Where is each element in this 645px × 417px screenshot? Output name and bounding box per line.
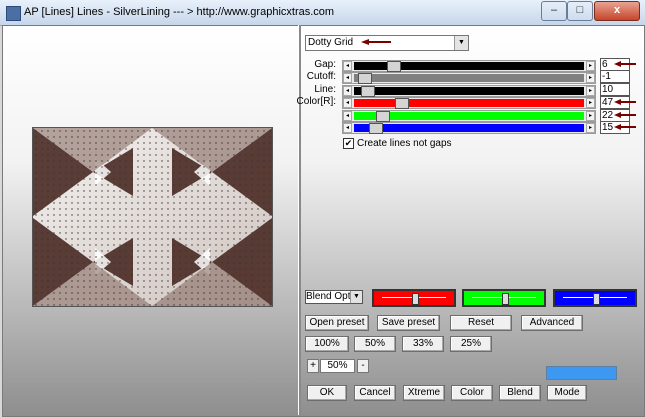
red-channel-slider[interactable] [372, 289, 456, 307]
slider-thumb[interactable] [369, 123, 384, 134]
color-g-slider[interactable]: ◂ ▸ [342, 110, 596, 122]
zoom-100-button[interactable]: 100% [305, 336, 349, 352]
color-r-label: Color[R]: [296, 96, 336, 107]
slider-track[interactable] [354, 86, 584, 97]
zoom-33-button[interactable]: 33% [402, 336, 444, 352]
chevron-right-icon[interactable]: ▸ [586, 61, 595, 71]
slider-thumb[interactable] [593, 293, 600, 305]
chevron-down-icon[interactable]: ▼ [454, 36, 468, 50]
slider-track[interactable] [354, 123, 584, 134]
slider-thumb[interactable] [412, 293, 419, 305]
reset-button[interactable]: Reset [450, 315, 512, 331]
blend-options-select[interactable]: Blend Opti ▼ [305, 290, 363, 304]
cutoff-slider[interactable]: ◂ ▸ [342, 72, 596, 84]
zoom-out-button[interactable]: - [357, 359, 369, 373]
chevron-right-icon[interactable]: ▸ [586, 73, 595, 83]
chevron-left-icon[interactable]: ◂ [343, 86, 352, 96]
chevron-left-icon[interactable]: ◂ [343, 61, 352, 71]
annotation-arrow-icon [614, 112, 636, 118]
annotation-arrow-icon [361, 39, 391, 45]
preview-image [32, 127, 273, 307]
create-lines-checkbox[interactable]: ✔ [343, 138, 354, 149]
blend-options-value: Blend Opti [306, 291, 353, 302]
chevron-right-icon[interactable]: ▸ [586, 111, 595, 121]
slider-track[interactable] [354, 98, 584, 109]
slider-thumb[interactable] [386, 61, 401, 72]
save-preset-button[interactable]: Save preset [377, 315, 440, 331]
slider-track[interactable] [354, 73, 584, 84]
annotation-arrow-icon [614, 124, 636, 130]
app-icon [6, 6, 21, 21]
open-preset-button[interactable]: Open preset [305, 315, 369, 331]
color-r-slider[interactable]: ◂ ▸ [342, 97, 596, 109]
color-swatch[interactable] [546, 366, 617, 380]
gap-label: Gap: [314, 59, 336, 70]
mode-button[interactable]: Mode [547, 385, 587, 401]
chevron-right-icon[interactable]: ▸ [586, 98, 595, 108]
ok-button[interactable]: OK [307, 385, 347, 401]
advanced-button[interactable]: Advanced [521, 315, 583, 331]
color-button[interactable]: Color [451, 385, 493, 401]
cutoff-label: Cutoff: [306, 71, 336, 82]
maximize-button[interactable]: □ [567, 1, 593, 21]
chevron-left-icon[interactable]: ◂ [343, 73, 352, 83]
slider-thumb[interactable] [360, 86, 375, 97]
xtreme-button[interactable]: Xtreme [403, 385, 445, 401]
green-channel-slider[interactable] [462, 289, 546, 307]
cutoff-value-field[interactable]: -1 [600, 70, 630, 83]
color-b-slider[interactable]: ◂ ▸ [342, 122, 596, 134]
chevron-left-icon[interactable]: ◂ [343, 98, 352, 108]
annotation-arrow-icon [614, 99, 636, 105]
line-value-field[interactable]: 10 [600, 83, 630, 96]
close-button[interactable]: x [594, 1, 640, 21]
chevron-right-icon[interactable]: ▸ [586, 86, 595, 96]
chevron-down-icon[interactable]: ▼ [350, 291, 362, 303]
zoom-50-button[interactable]: 50% [354, 336, 396, 352]
chevron-left-icon[interactable]: ◂ [343, 123, 352, 133]
title-bar: AP [Lines] Lines - SilverLining --- > ht… [0, 0, 645, 26]
annotation-arrow-icon [614, 61, 636, 67]
zoom-in-button[interactable]: + [307, 359, 319, 373]
chevron-left-icon[interactable]: ◂ [343, 111, 352, 121]
cancel-button[interactable]: Cancel [354, 385, 396, 401]
slider-thumb[interactable] [358, 73, 373, 84]
blue-channel-slider[interactable] [553, 289, 637, 307]
line-label: Line: [314, 84, 336, 95]
minimize-button[interactable]: – [541, 1, 567, 21]
gap-slider[interactable]: ◂ ▸ [342, 60, 596, 72]
effect-type-value: Dotty Grid [308, 37, 354, 48]
slider-thumb[interactable] [375, 111, 390, 122]
zoom-level-field[interactable]: 50% [320, 359, 355, 373]
zoom-25-button[interactable]: 25% [450, 336, 492, 352]
blend-button[interactable]: Blend [499, 385, 541, 401]
preview-pattern [33, 128, 272, 306]
slider-thumb[interactable] [502, 293, 509, 305]
slider-track[interactable] [354, 111, 584, 122]
slider-thumb[interactable] [395, 98, 410, 109]
create-lines-label: Create lines not gaps [357, 138, 452, 149]
slider-track[interactable] [354, 61, 584, 72]
window-title: AP [Lines] Lines - SilverLining --- > ht… [24, 6, 335, 18]
chevron-right-icon[interactable]: ▸ [586, 123, 595, 133]
line-slider[interactable]: ◂ ▸ [342, 85, 596, 97]
